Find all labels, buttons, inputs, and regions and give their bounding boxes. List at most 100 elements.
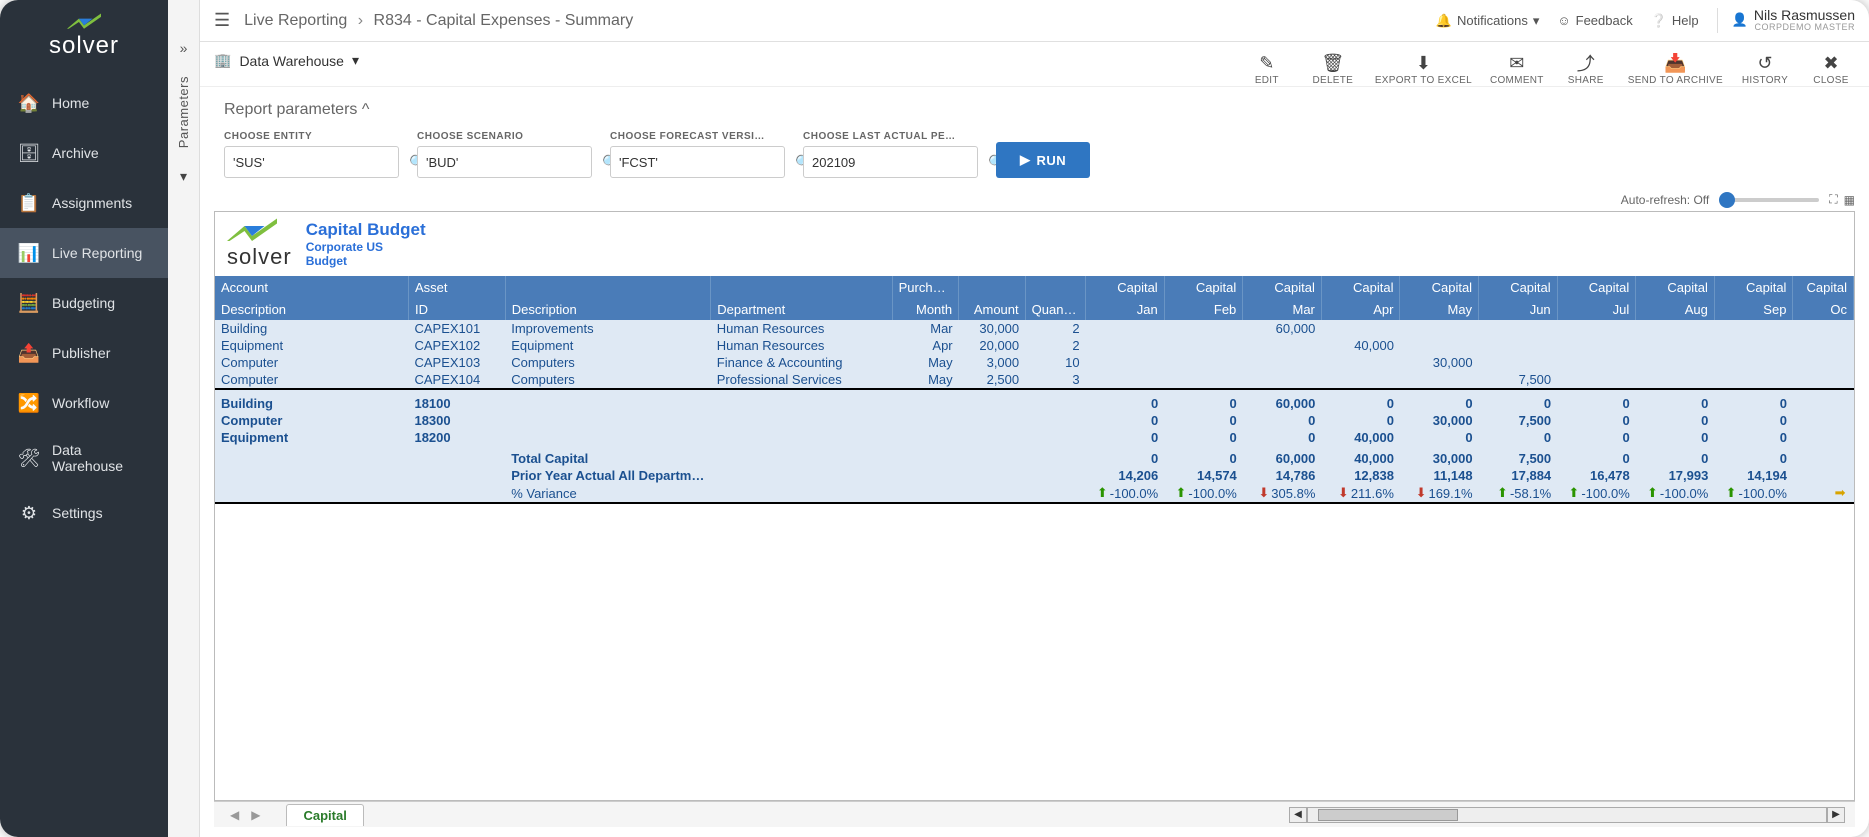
report-viewer: solver Capital Budget Corporate US Budge… <box>214 211 1855 801</box>
param-scenario: CHOOSE SCENARIO 🔍 <box>417 131 592 178</box>
run-button[interactable]: ▶RUN <box>996 142 1090 178</box>
tools-icon: 🛠 <box>18 447 40 469</box>
smile-icon: ☺ <box>1557 13 1570 28</box>
sidebar-item-home[interactable]: 🏠Home <box>0 78 168 128</box>
sidebar-item-data-warehouse[interactable]: 🛠 Data Warehouse <box>0 428 168 488</box>
variance-arrow-icon: ➡ <box>1835 485 1846 501</box>
parameters-rail: » Parameters ▾ <box>168 0 200 837</box>
col-header: Oc <box>1793 298 1854 320</box>
clipboard-icon: 📋 <box>18 192 40 214</box>
calculator-icon: 🧮 <box>18 292 40 314</box>
solver-mark-icon <box>67 12 101 32</box>
variance-arrow-icon: ⬆ <box>1497 485 1508 501</box>
rail-label: Parameters <box>176 76 191 148</box>
table-row: Total Capital0060,00040,00030,0007,50000… <box>215 450 1854 467</box>
sidebar-item-label: Settings <box>52 505 103 521</box>
col-header: Aug <box>1636 298 1715 320</box>
variance-arrow-icon: ⬇ <box>1338 485 1349 501</box>
share-icon: ⤴ <box>1577 52 1595 74</box>
col-header: Feb <box>1164 298 1243 320</box>
fullscreen-icon[interactable]: ⛶ <box>1829 192 1837 207</box>
breadcrumb-separator: › <box>358 12 363 29</box>
help-button[interactable]: ❔Help <box>1651 13 1699 29</box>
col-header: Asset <box>408 276 505 298</box>
col-header: Month <box>892 298 959 320</box>
sidebar-item-publisher[interactable]: 📤Publisher <box>0 328 168 378</box>
sheet-prev[interactable]: ◀ <box>224 808 245 822</box>
variance-arrow-icon: ⬇ <box>1416 485 1427 501</box>
workflow-icon: 🔀 <box>18 392 40 414</box>
variance-arrow-icon: ⬆ <box>1647 485 1658 501</box>
col-header: Sep <box>1714 298 1793 320</box>
col-header: Capital <box>1243 276 1322 298</box>
bell-icon: 🔔 <box>1436 13 1452 29</box>
edit-button[interactable]: ✎EDIT <box>1243 52 1291 86</box>
menu-icon[interactable]: ☰ <box>214 10 230 31</box>
user-name: Nils Rasmussen <box>1754 8 1855 23</box>
grid-icon[interactable]: ▦ <box>1844 193 1855 207</box>
breadcrumb-root[interactable]: Live Reporting <box>244 12 347 29</box>
col-header: Amount <box>959 298 1026 320</box>
params-toggle[interactable]: Report parameters ^ <box>224 101 1845 119</box>
col-header: Quantity <box>1025 298 1085 320</box>
sidebar-item-settings[interactable]: ⚙Settings <box>0 488 168 538</box>
col-header: May <box>1400 298 1479 320</box>
export-excel-button[interactable]: ⬇︎EXPORT TO EXCEL <box>1375 52 1472 86</box>
toolbar: 🏢 Data Warehouse ▾ ✎EDIT 🗑DELETE ⬇︎EXPOR… <box>200 42 1869 87</box>
scroll-left[interactable]: ◀ <box>1289 807 1307 823</box>
table-row: Equipment1820000040,00000000 <box>215 429 1854 446</box>
param-scenario-input[interactable] <box>426 155 602 170</box>
horizontal-scrollbar[interactable] <box>1307 807 1827 823</box>
table-row: Computer18300000030,0007,500000 <box>215 412 1854 429</box>
col-header: Description <box>215 298 408 320</box>
share-button[interactable]: ⤴SHARE <box>1562 52 1610 86</box>
col-header: Capital <box>1636 276 1715 298</box>
user-icon: 👤 <box>1732 13 1748 27</box>
expand-rail-button[interactable]: » <box>180 40 188 56</box>
sidebar-item-assignments[interactable]: 📋Assignments <box>0 178 168 228</box>
autorefresh-toggle[interactable] <box>1719 198 1819 202</box>
publish-icon: 📤 <box>18 342 40 364</box>
table-row: % Variance⬆-100.0%⬆-100.0%⬇305.8%⬇211.6%… <box>215 484 1854 503</box>
sidebar-item-workflow[interactable]: 🔀 Workflow <box>0 378 168 428</box>
col-header: Capital <box>1164 276 1243 298</box>
brand-text: solver <box>0 32 168 60</box>
notifications-button[interactable]: 🔔Notifications▾ <box>1436 13 1540 29</box>
sheet-tab-capital[interactable]: Capital <box>286 804 363 826</box>
datasource-selector[interactable]: 🏢 Data Warehouse ▾ <box>214 52 359 69</box>
param-label: CHOOSE LAST ACTUAL PE… <box>803 131 978 142</box>
feedback-button[interactable]: ☺Feedback <box>1557 13 1632 28</box>
sheet-next[interactable]: ▶ <box>245 808 266 822</box>
sidebar-item-live-reporting[interactable]: 📊Live Reporting <box>0 228 168 278</box>
param-entity-input[interactable] <box>233 155 409 170</box>
param-entity: CHOOSE ENTITY 🔍 <box>224 131 399 178</box>
send-archive-button[interactable]: 📥SEND TO ARCHIVE <box>1628 52 1723 86</box>
sheet-tabs: ◀ ▶ Capital ◀ ▶ <box>214 801 1855 827</box>
comment-icon: ✉ <box>1509 52 1524 74</box>
col-header <box>959 276 1026 298</box>
variance-arrow-icon: ⬆ <box>1097 485 1108 501</box>
sidebar-item-label: Home <box>52 95 89 111</box>
param-last-actual-input[interactable] <box>812 155 988 170</box>
excel-icon: ⬇︎ <box>1416 52 1431 74</box>
sidebar-item-budgeting[interactable]: 🧮Budgeting <box>0 278 168 328</box>
close-button[interactable]: ✖CLOSE <box>1807 52 1855 86</box>
col-header: Capital <box>1400 276 1479 298</box>
delete-button[interactable]: 🗑DELETE <box>1309 52 1357 86</box>
datasource-label: Data Warehouse <box>239 53 344 69</box>
report-parameters: Report parameters ^ CHOOSE ENTITY 🔍 CHOO… <box>200 87 1869 186</box>
sidebar-item-archive[interactable]: 🗄Archive <box>0 128 168 178</box>
scroll-right[interactable]: ▶ <box>1827 807 1845 823</box>
play-icon: ▶ <box>1020 152 1031 168</box>
param-label: CHOOSE FORECAST VERSI… <box>610 131 785 142</box>
param-forecast-input[interactable] <box>619 155 795 170</box>
sidebar-item-label: Data Warehouse <box>52 442 150 474</box>
col-header: Apr <box>1321 298 1400 320</box>
param-forecast: CHOOSE FORECAST VERSI… 🔍 <box>610 131 785 178</box>
user-menu[interactable]: 👤 Nils Rasmussen CorpDemo Master <box>1717 8 1855 33</box>
sidebar-item-label: Workflow <box>52 395 109 411</box>
history-button[interactable]: ↺HISTORY <box>1741 52 1789 86</box>
filter-icon[interactable]: ▾ <box>180 168 187 185</box>
breadcrumb: Live Reporting › R834 - Capital Expenses… <box>244 12 1436 30</box>
comment-button[interactable]: ✉COMMENT <box>1490 52 1544 86</box>
